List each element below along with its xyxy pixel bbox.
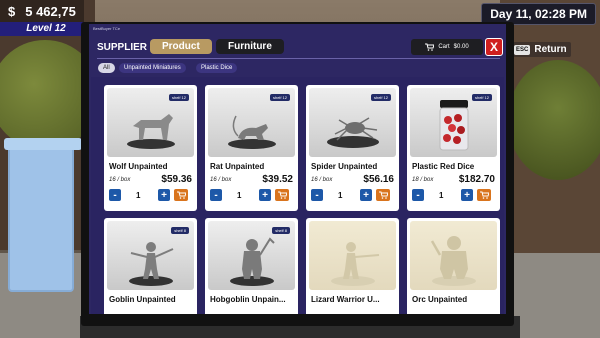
filter-unpainted-miniatures[interactable]: Unpainted Miniatures xyxy=(119,63,186,73)
money-amount: 5 462,75 xyxy=(25,3,76,19)
product-image: shelf 12 xyxy=(208,88,295,157)
product-per-box: 16 / box xyxy=(210,177,232,183)
cart-total: $0.00 xyxy=(453,44,469,50)
product-per-box: 18 / box xyxy=(412,177,434,183)
product-card-hobgoblin: shelf 8 Hobgoblin Unpain... xyxy=(205,218,298,314)
product-card-rat: shelf 12 Rat Unpainted 16 / box $39.52 -… xyxy=(205,85,298,211)
product-name: Lizard Warrior U... xyxy=(311,295,380,304)
hobgoblin-miniature-icon xyxy=(229,237,275,286)
shelf-tag: shelf 12 xyxy=(269,94,290,101)
product-card-spider: shelf 12 Spider Unpainted 16 / box $56.1… xyxy=(306,85,399,211)
product-image xyxy=(410,221,497,290)
cart-icon xyxy=(176,191,186,199)
product-name: Orc Unpainted xyxy=(412,295,468,304)
spider-miniature-icon xyxy=(326,117,379,148)
product-per-box: 16 / box xyxy=(311,177,333,183)
lizard-warrior-miniature-icon xyxy=(330,242,379,286)
product-name: Hobgoblin Unpain... xyxy=(210,295,286,304)
filter-all[interactable]: All xyxy=(98,63,115,73)
shelf-tag: shelf 12 xyxy=(471,94,492,101)
computer-monitor: BestBuyer TCe SUPPLIER Product Furniture… xyxy=(81,22,514,326)
app-title: BestBuyer TCe xyxy=(93,26,121,31)
increase-qty-button[interactable]: + xyxy=(158,189,170,201)
quantity-value: 1 xyxy=(338,191,343,200)
product-image: shelf 12 xyxy=(309,88,396,157)
cart-icon xyxy=(479,191,489,199)
decrease-qty-button[interactable]: - xyxy=(412,189,424,201)
orc-miniature-icon xyxy=(430,236,476,286)
cart-icon xyxy=(425,43,435,51)
filter-plastic-dice[interactable]: Plastic Dice xyxy=(196,63,238,73)
decrease-qty-button[interactable]: - xyxy=(210,189,222,201)
esc-key-icon: ESC xyxy=(514,44,531,55)
return-button[interactable]: ESC Return xyxy=(510,42,571,57)
product-image: shelf 8 xyxy=(208,221,295,290)
supplier-heading: SUPPLIER xyxy=(97,42,148,53)
cart-label: Cart xyxy=(438,44,450,50)
product-card-lizard-warrior: Lizard Warrior U... xyxy=(306,218,399,314)
product-name: Plastic Red Dice xyxy=(412,162,475,171)
level-badge: Level 12 xyxy=(0,22,92,36)
product-name: Wolf Unpainted xyxy=(109,162,168,171)
dollar-icon: $ xyxy=(8,3,16,19)
add-to-cart-button[interactable] xyxy=(275,189,289,201)
product-name: Spider Unpainted xyxy=(311,162,378,171)
wolf-miniature-icon xyxy=(126,114,175,149)
decrease-qty-button[interactable]: - xyxy=(109,189,121,201)
cart-icon xyxy=(378,191,388,199)
product-name: Goblin Unpainted xyxy=(109,295,176,304)
return-label: Return xyxy=(534,44,567,55)
product-card-wolf: shelf 12 Wolf Unpainted 16 / box $59.36 … xyxy=(104,85,197,211)
dice-jar-icon xyxy=(439,100,468,151)
divider xyxy=(97,58,500,59)
product-card-orc: Orc Unpainted xyxy=(407,218,500,314)
trash-bin xyxy=(4,138,82,292)
close-button[interactable]: X xyxy=(485,38,503,56)
product-card-red-dice: shelf 12 Plastic Red Dice 18 / box $182.… xyxy=(407,85,500,211)
money-display: $ 5 462,75 xyxy=(0,0,84,22)
product-price: $39.52 xyxy=(262,174,293,185)
tab-furniture[interactable]: Furniture xyxy=(216,39,284,54)
product-price: $182.70 xyxy=(458,174,495,185)
product-image: shelf 8 xyxy=(107,221,194,290)
quantity-value: 1 xyxy=(439,191,444,200)
shelf-tag: shelf 12 xyxy=(168,94,189,101)
add-to-cart-button[interactable] xyxy=(174,189,188,201)
rat-miniature-icon xyxy=(227,115,276,149)
product-image: shelf 12 xyxy=(107,88,194,157)
product-name: Rat Unpainted xyxy=(210,162,265,171)
product-card-goblin: shelf 8 Goblin Unpainted xyxy=(104,218,197,314)
quantity-value: 1 xyxy=(237,191,242,200)
shelf-tag: shelf 12 xyxy=(370,94,391,101)
decrease-qty-button[interactable]: - xyxy=(311,189,323,201)
cart-icon xyxy=(277,191,287,199)
product-grid: shelf 12 Wolf Unpainted 16 / box $59.36 … xyxy=(91,77,504,314)
tab-product[interactable]: Product xyxy=(150,39,212,54)
add-to-cart-button[interactable] xyxy=(477,189,491,201)
product-image xyxy=(309,221,396,290)
product-image: shelf 12 xyxy=(410,88,497,157)
increase-qty-button[interactable]: + xyxy=(360,189,372,201)
quantity-value: 1 xyxy=(136,191,141,200)
product-per-box: 16 / box xyxy=(109,177,131,183)
increase-qty-button[interactable]: + xyxy=(461,189,473,201)
increase-qty-button[interactable]: + xyxy=(259,189,271,201)
tree-right xyxy=(508,60,600,180)
cart-button[interactable]: Cart $0.00 xyxy=(411,39,483,55)
product-price: $56.16 xyxy=(363,174,394,185)
goblin-miniature-icon xyxy=(128,242,173,286)
supplier-app: BestBuyer TCe SUPPLIER Product Furniture… xyxy=(89,24,506,314)
product-price: $59.36 xyxy=(161,174,192,185)
add-to-cart-button[interactable] xyxy=(376,189,390,201)
